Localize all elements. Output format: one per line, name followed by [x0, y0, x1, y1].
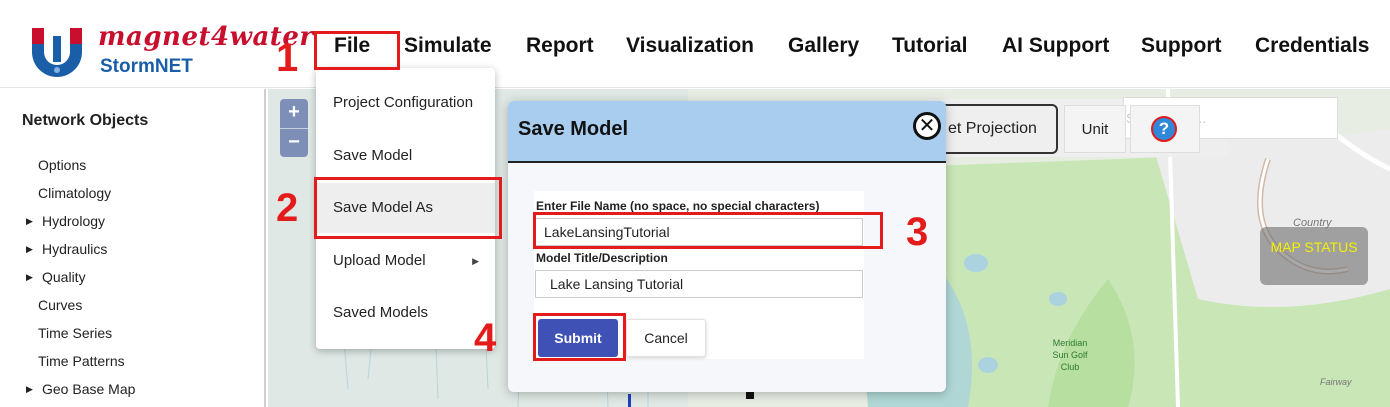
menu-item-save-model[interactable]: Save Model: [316, 131, 495, 181]
map-label-club: Meridian Sun Golf Club: [1052, 338, 1088, 372]
step-number-4: 4: [474, 316, 497, 360]
nav-credentials[interactable]: Credentials: [1255, 34, 1369, 58]
tree-item-label: Options: [38, 157, 87, 173]
menu-item-project-configuration[interactable]: Project Configuration: [316, 78, 495, 128]
highlight-file-nav: [314, 31, 400, 70]
tree-item-time-patterns[interactable]: Time Patterns: [38, 353, 125, 369]
nav-support[interactable]: Support: [1141, 34, 1221, 58]
tree-item-options[interactable]: Options: [38, 157, 86, 173]
tree-item-label: Hydraulics: [42, 241, 108, 257]
main-nav: File Simulate Report Visualization Galle…: [0, 34, 1390, 64]
expand-arrow-icon[interactable]: ▶: [26, 244, 33, 255]
menu-item-label: Save Model: [333, 147, 413, 164]
nav-gallery[interactable]: Gallery: [788, 34, 859, 58]
menu-item-label: Saved Models: [333, 304, 429, 321]
tree-item-label: Time Patterns: [38, 353, 125, 369]
help-button[interactable]: ?: [1130, 105, 1200, 153]
tree-item-climatology[interactable]: Climatology: [38, 185, 111, 201]
menu-item-label: Upload Model: [333, 252, 426, 269]
nav-report[interactable]: Report: [526, 34, 594, 58]
map-status-badge: MAP STATUS: [1260, 227, 1368, 285]
cancel-button[interactable]: Cancel: [626, 319, 706, 357]
tree-item-quality[interactable]: ▶ Quality: [26, 269, 86, 285]
file-name-label: Enter File Name (no space, no special ch…: [536, 199, 820, 213]
tree-item-label: Geo Base Map: [42, 381, 136, 397]
highlight-file-name-input: [533, 212, 883, 249]
expand-arrow-icon[interactable]: ▶: [26, 216, 33, 227]
tree-item-geo-base-map[interactable]: ▶ Geo Base Map: [26, 381, 136, 397]
zoom-in-button[interactable]: +: [280, 99, 308, 128]
menu-item-label: Project Configuration: [333, 94, 474, 111]
tree-item-label: Hydrology: [42, 213, 106, 229]
tree-item-label: Time Series: [38, 325, 113, 341]
nav-simulate[interactable]: Simulate: [404, 34, 492, 58]
tree-item-hydraulics[interactable]: ▶ Hydraulics: [26, 241, 108, 257]
menu-item-upload-model[interactable]: Upload Model ▶: [316, 236, 495, 286]
highlight-save-model-as: [314, 177, 502, 239]
network-objects-panel: Network Objects Options Climatology ▶ Hyd…: [0, 89, 266, 407]
submenu-arrow-icon: ▶: [472, 256, 479, 266]
close-circle-icon[interactable]: ✕: [913, 112, 941, 140]
zoom-out-button[interactable]: −: [280, 128, 308, 157]
zoom-control: + −: [280, 99, 308, 157]
nav-tutorial[interactable]: Tutorial: [892, 34, 967, 58]
tree-item-label: Curves: [38, 297, 83, 313]
nav-visualization[interactable]: Visualization: [626, 34, 754, 58]
nav-ai-support[interactable]: AI Support: [1002, 34, 1109, 58]
unit-button[interactable]: Unit: [1064, 105, 1126, 153]
dialog-title: Save Model: [518, 118, 629, 140]
expand-arrow-icon[interactable]: ▶: [26, 272, 33, 283]
top-bar: magnet4water StormNET File Simulate Repo…: [0, 0, 1390, 88]
tree-item-time-series[interactable]: Time Series: [38, 325, 112, 341]
expand-arrow-icon[interactable]: ▶: [26, 384, 33, 395]
menu-item-saved-models[interactable]: Saved Models: [316, 288, 495, 338]
highlight-submit-button: [533, 313, 626, 361]
step-number-3: 3: [906, 210, 929, 254]
help-question-icon: ?: [1151, 116, 1177, 142]
map-label-fairway: Fairway: [1320, 377, 1352, 387]
model-title-input[interactable]: [535, 270, 863, 298]
model-title-label: Model Title/Description: [536, 251, 668, 265]
dialog-header: Save Model ✕: [508, 101, 946, 163]
tree-item-hydrology[interactable]: ▶ Hydrology: [26, 213, 106, 229]
tree-item-curves[interactable]: Curves: [38, 297, 82, 313]
tree-item-label: Climatology: [38, 185, 112, 201]
tree-item-label: Quality: [42, 269, 86, 285]
panel-title: Network Objects: [22, 112, 149, 129]
set-projection-button[interactable]: et Projection: [934, 104, 1058, 154]
step-number-1: 1: [276, 36, 299, 80]
step-number-2: 2: [276, 186, 299, 230]
